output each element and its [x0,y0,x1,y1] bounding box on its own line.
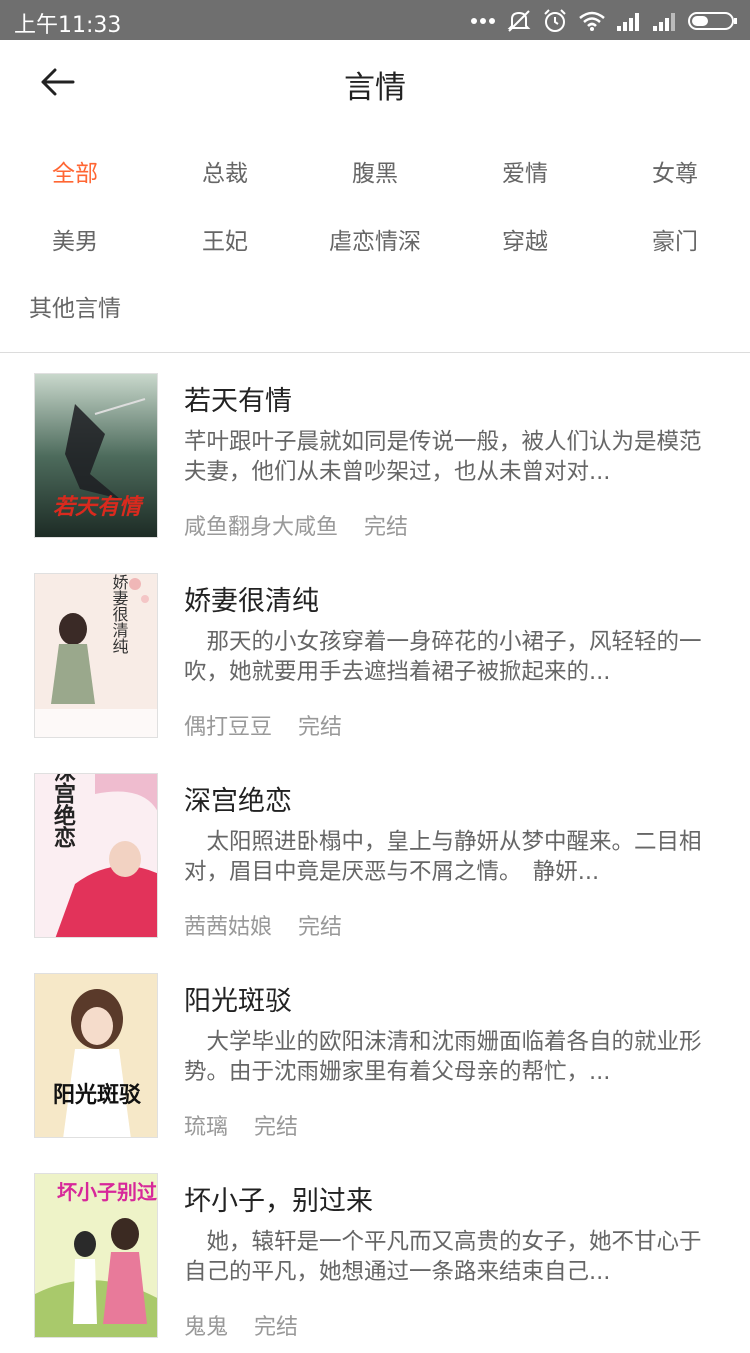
status-icons [470,8,738,34]
tag-ceo[interactable]: 总裁 [150,154,300,188]
book-status: 完结 [364,515,409,540]
book-cover: 娇妻很清纯 [34,573,158,738]
tag-tragic-love[interactable]: 虐恋情深 [300,222,450,256]
more-dots-icon [470,16,496,26]
tag-time-travel[interactable]: 穿越 [450,222,600,256]
book-description: 芊叶跟叶子晨就如同是传说一般，被人们认为是模范夫妻，他们从未曾吵架过，也从未曾对… [184,429,702,485]
book-description: 太阳照进卧榻中，皇上与静妍从梦中醒来。二目相对，眉目中竟是厌恶与不屑之情。 静妍… [184,829,702,885]
book-cover: 深宫绝恋 [34,773,158,938]
book-meta: 鬼鬼 完结 [184,1309,298,1341]
alarm-icon [542,8,568,34]
tag-all[interactable]: 全部 [0,154,150,188]
book-meta: 茜茜姑娘 完结 [184,909,342,941]
book-meta: 咸鱼翻身大咸鱼 完结 [184,509,408,541]
book-status: 完结 [298,715,343,740]
book-status: 完结 [298,915,343,940]
app-header: 言情 [0,40,750,126]
list-item[interactable]: 坏小子别过来 坏小子，别过来 她，辕轩是一个平凡而又高贵的女子，她不甘心于自己的… [0,1153,750,1353]
book-title: 坏小子，别过来 [184,1186,373,1217]
book-description: 大学毕业的欧阳沫清和沈雨姗面临着各自的就业形势。由于沈雨姗家里有着父母亲的帮忙，… [184,1029,702,1085]
book-author: 偶打豆豆 [184,715,273,740]
list-item[interactable]: 阳光斑驳 阳光斑驳 大学毕业的欧阳沫清和沈雨姗面临着各自的就业形势。由于沈雨姗家… [0,953,750,1153]
page-title: 言情 [344,70,406,106]
battery-icon [688,10,738,32]
status-bar: 上午11:33 [0,0,750,40]
wifi-icon [578,10,606,32]
book-meta: 琉璃 完结 [184,1109,298,1141]
tag-love[interactable]: 爱情 [450,154,600,188]
tag-princess[interactable]: 王妃 [150,222,300,256]
tag-female-dominant[interactable]: 女尊 [600,154,750,188]
list-item[interactable]: 深宫绝恋 深宫绝恋 太阳照进卧榻中，皇上与静妍从梦中醒来。二目相对，眉目中竟是厌… [0,753,750,953]
book-cover: 阳光斑驳 [34,973,158,1138]
book-author: 咸鱼翻身大咸鱼 [184,515,339,540]
list-item[interactable]: 若天有情 若天有情 芊叶跟叶子晨就如同是传说一般，被人们认为是模范夫妻，他们从未… [0,353,750,553]
book-title: 深宫绝恋 [184,786,292,817]
svg-text:阳光斑驳: 阳光斑驳 [53,1082,142,1108]
svg-text:若天有情: 若天有情 [53,494,145,520]
tag-wealthy-family[interactable]: 豪门 [600,222,750,256]
book-title: 阳光斑驳 [184,986,292,1017]
status-time: 上午11:33 [14,13,122,38]
tag-scheming[interactable]: 腹黑 [300,154,450,188]
book-status: 完结 [254,1115,299,1140]
book-status: 完结 [254,1315,299,1340]
book-cover: 若天有情 [34,373,158,538]
book-author: 鬼鬼 [184,1315,229,1340]
signal-icon-2 [652,11,678,31]
tag-other-romance[interactable]: 其他言情 [0,289,150,323]
svg-text:深宫绝恋: 深宫绝恋 [50,774,76,848]
book-title: 娇妻很清纯 [184,586,319,617]
tag-handsome[interactable]: 美男 [0,222,150,256]
book-meta: 偶打豆豆 完结 [184,709,342,741]
book-author: 琉璃 [184,1115,229,1140]
mute-bell-icon [506,8,532,34]
svg-text:娇妻很清纯: 娇妻很清纯 [110,574,129,654]
book-cover: 坏小子别过来 [34,1173,158,1338]
book-author: 茜茜姑娘 [184,915,273,940]
signal-icon [616,11,642,31]
book-title: 若天有情 [184,386,292,417]
book-description: 那天的小女孩穿着一身碎花的小裙子，风轻轻的一吹，她就要用手去遮挡着裙子被掀起来的… [184,629,702,685]
svg-text:坏小子别过来: 坏小子别过来 [57,1180,158,1204]
list-item[interactable]: 娇妻很清纯 娇妻很清纯 那天的小女孩穿着一身碎花的小裙子，风轻轻的一吹，她就要用… [0,553,750,753]
book-description: 她，辕轩是一个平凡而又高贵的女子，她不甘心于自己的平凡，她想通过一条路来结束自己… [184,1229,702,1285]
